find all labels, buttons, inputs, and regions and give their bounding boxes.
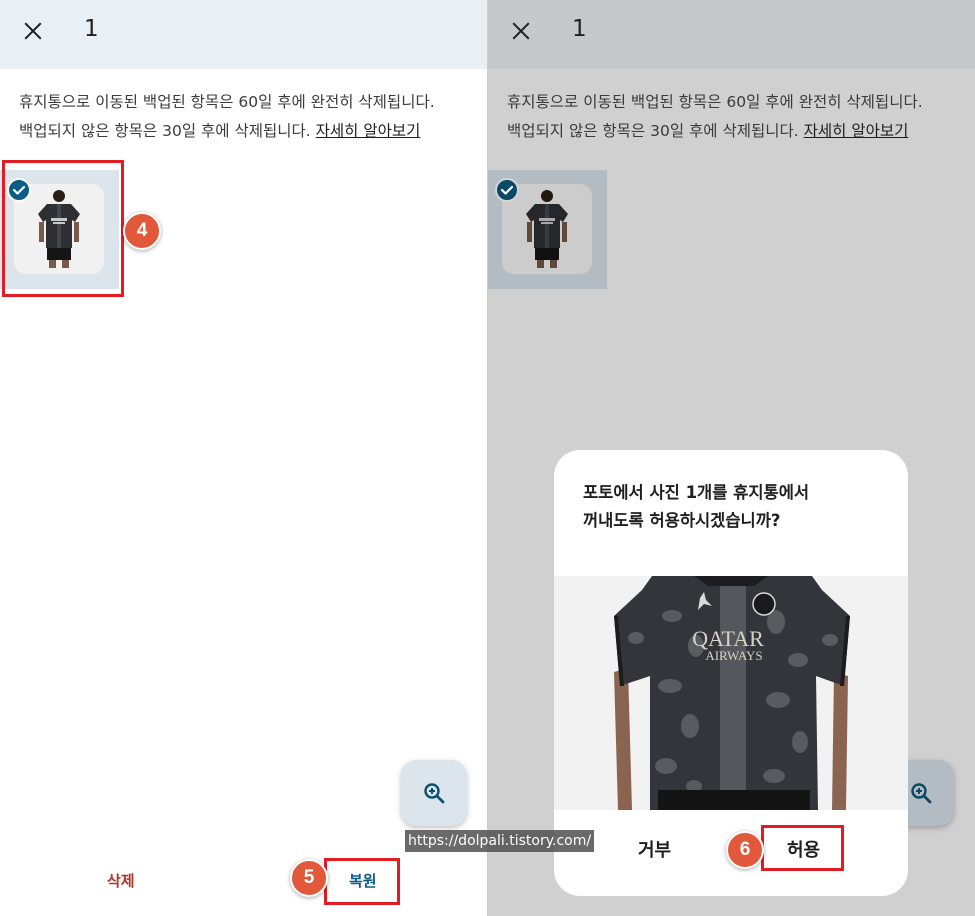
- highlight-box-allow: [761, 825, 844, 871]
- info-line-2-text: 백업되지 않은 항목은 30일 후에 삭제됩니다.: [19, 122, 311, 140]
- trash-info-text: 휴지통으로 이동된 백업된 항목은 60일 후에 완전히 삭제됩니다. 백업되지…: [19, 88, 469, 146]
- info-line-2: 백업되지 않은 항목은 30일 후에 삭제됩니다. 자세히 알아보기: [19, 117, 469, 146]
- step-badge-6: 6: [726, 831, 764, 869]
- dialog-title-line-2: 꺼내도록 허용하시겠습니까?: [583, 511, 781, 530]
- close-icon: [510, 20, 532, 42]
- highlight-box-thumbnail: [2, 160, 124, 297]
- info-line-2: 백업되지 않은 항목은 30일 후에 삭제됩니다. 자세히 알아보기: [507, 117, 957, 146]
- selected-count: 1: [572, 16, 587, 42]
- zoom-in-icon: [911, 783, 932, 804]
- deny-button[interactable]: 거부: [638, 836, 671, 862]
- jersey-sponsor-line-2: AIRWAYS: [705, 648, 762, 663]
- step-badge-5: 5: [290, 859, 328, 897]
- photo-preview: QATAR AIRWAYS: [554, 576, 908, 810]
- highlight-box-restore: [324, 858, 400, 905]
- dialog-title-line-1: 포토에서 사진 1개를 휴지통에서: [583, 483, 810, 502]
- dialog-title: 포토에서 사진 1개를 휴지통에서 꺼내도록 허용하시겠습니까?: [583, 479, 883, 535]
- learn-more-link[interactable]: 자세히 알아보기: [316, 122, 421, 140]
- selection-top-bar-dimmed: 1: [488, 0, 975, 69]
- restore-permission-screen: 1 휴지통으로 이동된 백업된 항목은 60일 후에 완전히 삭제됩니다. 백업…: [488, 0, 975, 916]
- zoom-fab[interactable]: [401, 760, 467, 826]
- info-line-1: 휴지통으로 이동된 백업된 항목은 60일 후에 완전히 삭제됩니다.: [507, 93, 923, 111]
- check-circle-icon: [495, 178, 519, 202]
- info-line-1: 휴지통으로 이동된 백업된 항목은 60일 후에 완전히 삭제됩니다.: [19, 93, 435, 111]
- selection-top-bar: 1: [0, 0, 487, 69]
- selected-count: 1: [84, 16, 99, 42]
- info-line-2-text: 백업되지 않은 항목은 30일 후에 삭제됩니다.: [507, 122, 799, 140]
- watermark-text: https://dolpali.tistory.com/: [405, 830, 595, 852]
- delete-button[interactable]: 삭제: [107, 870, 135, 891]
- zoom-in-icon: [424, 783, 445, 804]
- close-icon[interactable]: [22, 20, 44, 42]
- trash-info-text: 휴지통으로 이동된 백업된 항목은 60일 후에 완전히 삭제됩니다. 백업되지…: [507, 88, 957, 146]
- trash-selection-screen: 1 휴지통으로 이동된 백업된 항목은 60일 후에 완전히 삭제됩니다. 백업…: [0, 0, 487, 916]
- restore-permission-dialog: 포토에서 사진 1개를 휴지통에서 꺼내도록 허용하시겠습니까? QATAR A…: [554, 450, 908, 896]
- learn-more-link: 자세히 알아보기: [803, 122, 909, 140]
- step-badge-4: 4: [123, 212, 161, 250]
